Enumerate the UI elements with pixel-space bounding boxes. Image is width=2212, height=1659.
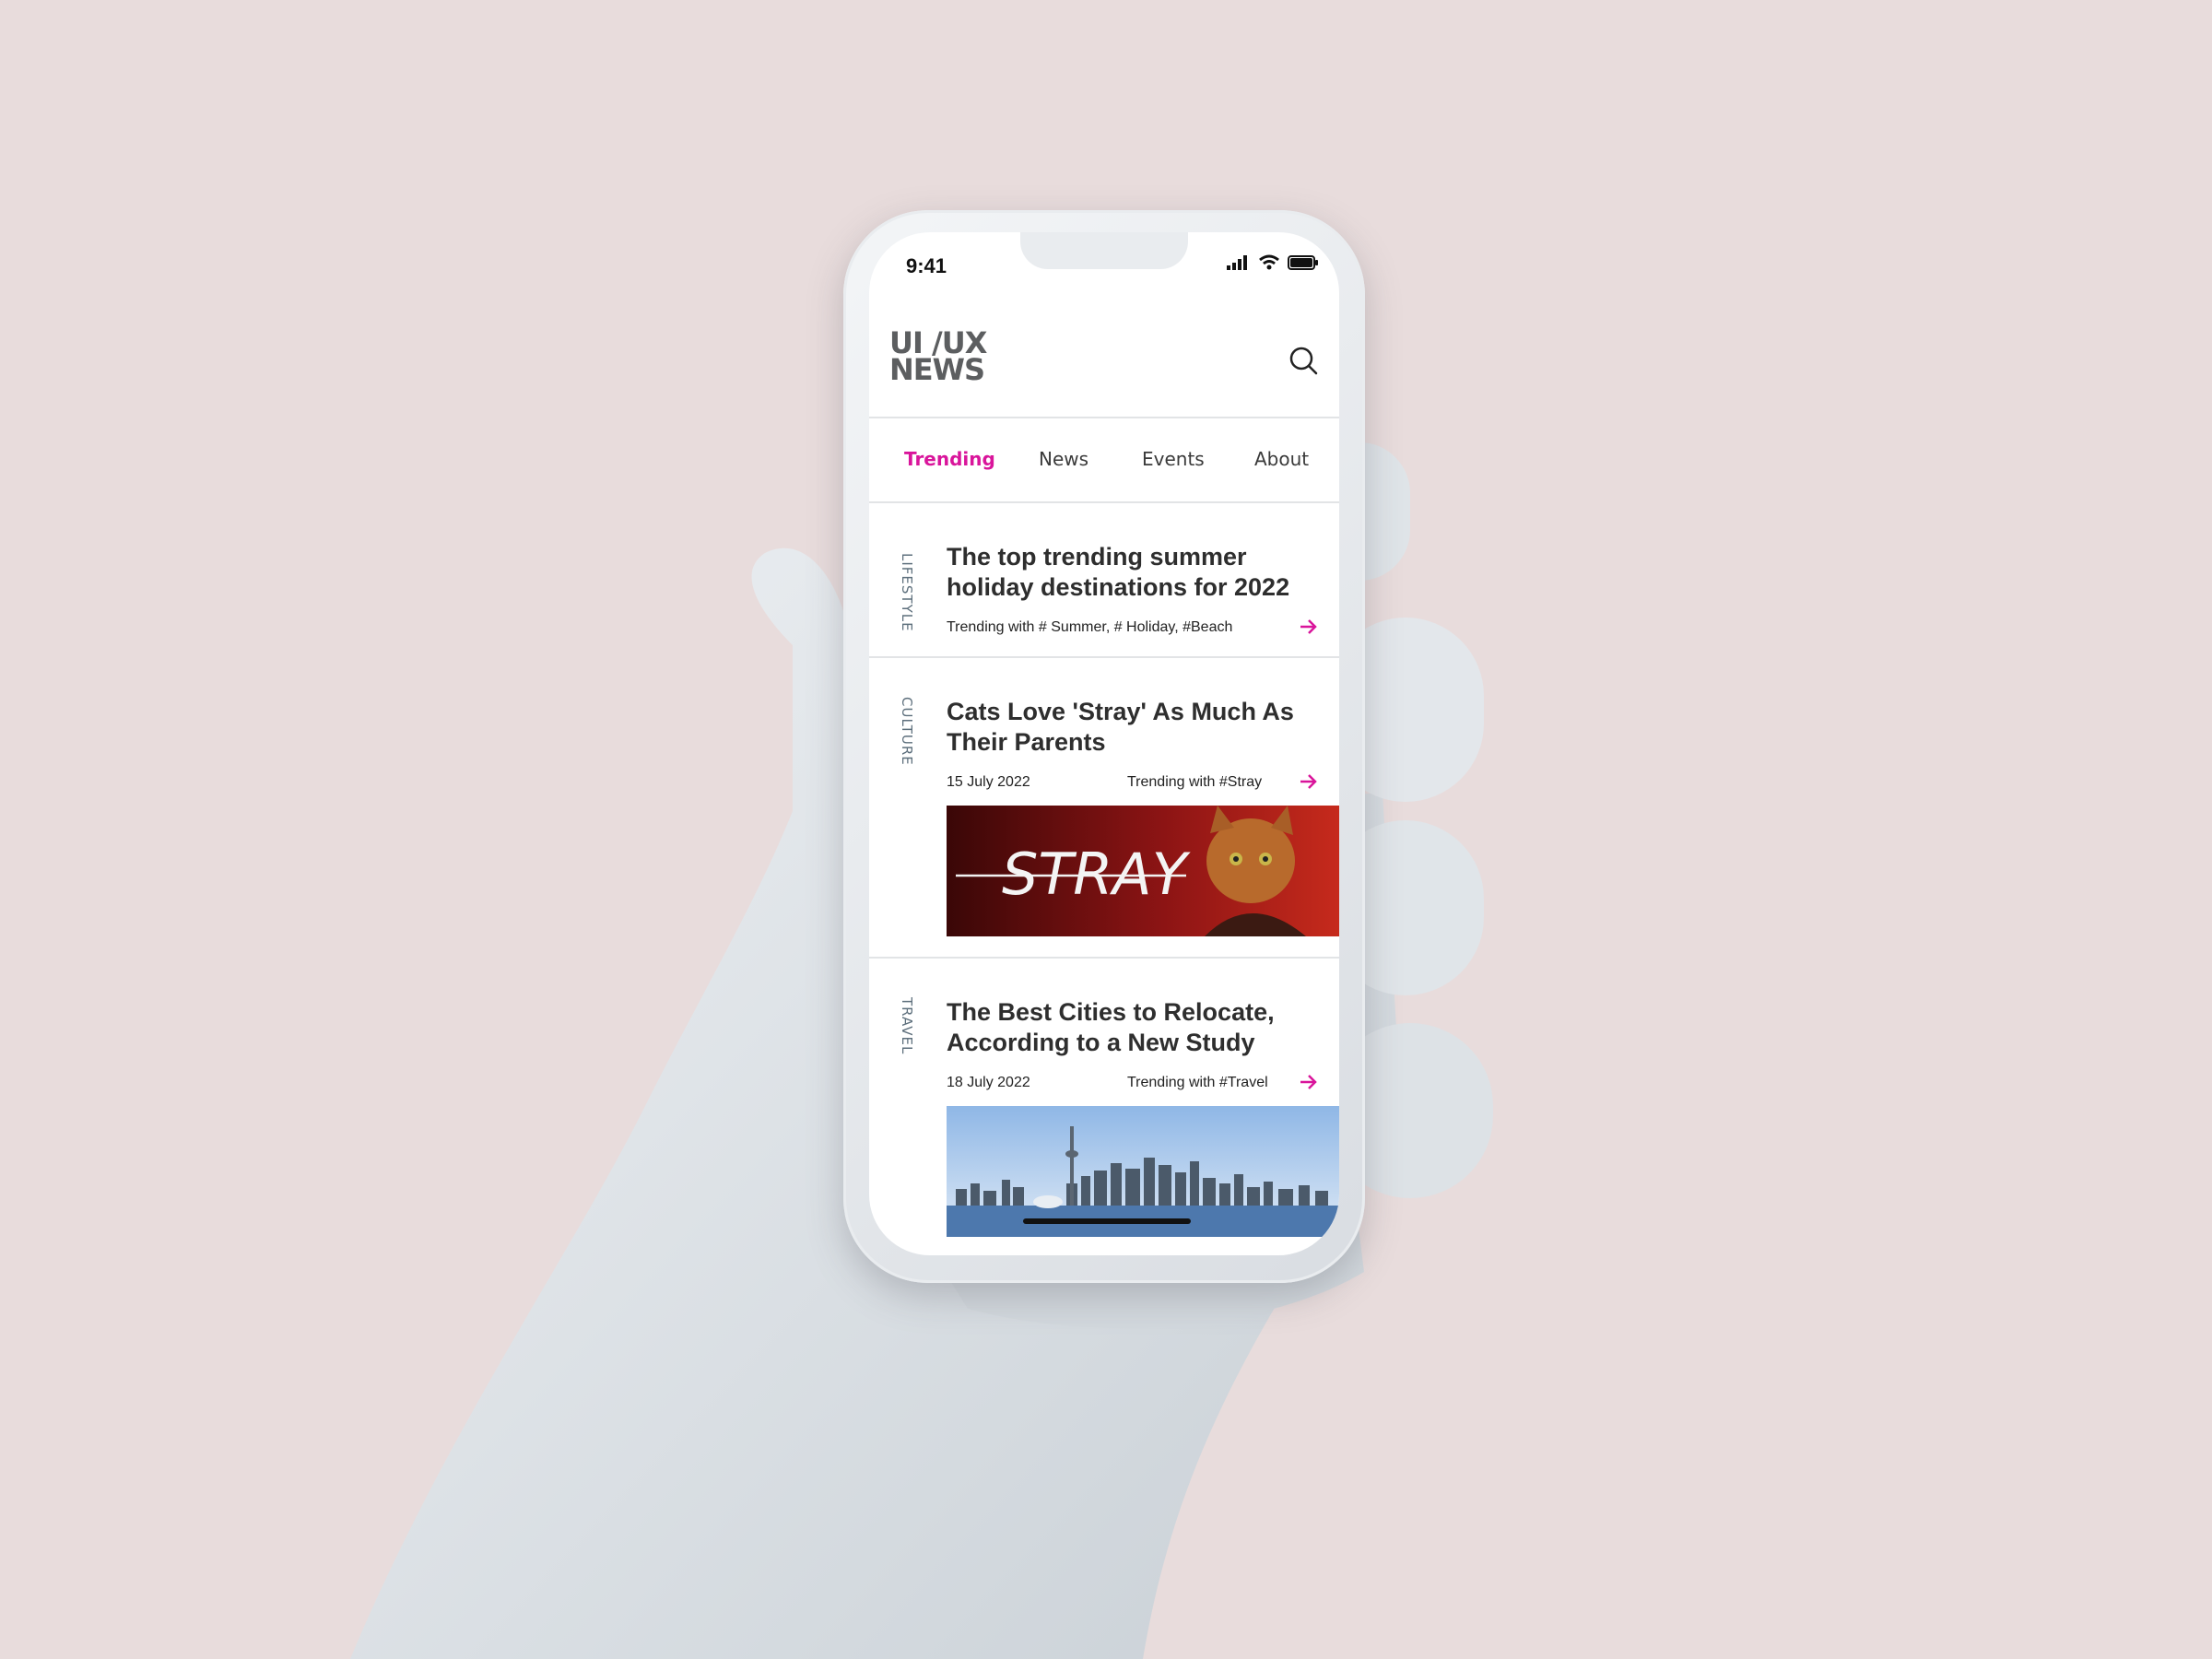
app-header: UI /UX NEWS [869,297,1339,418]
search-icon[interactable] [1288,345,1319,376]
arrow-right-icon[interactable] [1299,772,1319,791]
status-icons [1227,254,1319,271]
article-title[interactable]: The top trending summer holiday destinat… [947,542,1297,603]
arrow-right-icon[interactable] [1299,1073,1319,1091]
phone-screen: 9:41 UI /UX NEWS Trending News Events Ab… [869,232,1339,1255]
tab-news[interactable]: News [1039,448,1088,470]
article-trending-tags: Trending with #Travel [1127,1075,1268,1090]
stray-logo-text: STRAY [1002,841,1191,908]
nav-tabs: Trending News Events About [869,417,1339,503]
tab-trending[interactable]: Trending [904,448,995,470]
article-title[interactable]: Cats Love 'Stray' As Much As Their Paren… [947,697,1297,758]
article-trending-tags: Trending with #Stray [1127,774,1263,790]
logo-line2: NEWS [889,352,985,387]
article-category: CULTURE [899,697,915,766]
article-category: TRAVEL [899,997,915,1055]
article-image-city-skyline[interactable] [947,1106,1339,1237]
article-date: 15 July 2022 [947,774,1030,790]
notch [1020,232,1188,269]
article-card-travel[interactable]: TRAVEL The Best Cities to Relocate, Acco… [869,959,1339,1255]
status-time: 9:41 [906,254,947,277]
tab-about[interactable]: About [1254,448,1309,470]
article-title[interactable]: The Best Cities to Relocate, According t… [947,997,1297,1058]
home-indicator[interactable] [1023,1218,1191,1224]
article-card-lifestyle[interactable]: LIFESTYLE The top trending summer holida… [869,503,1339,658]
article-date: 18 July 2022 [947,1075,1030,1090]
article-category: LIFESTYLE [899,553,915,632]
article-trending-tags: Trending with # Summer, # Holiday, #Beac… [947,619,1233,635]
logo[interactable]: UI /UX NEWS [889,328,987,387]
battery-icon [1288,255,1318,270]
article-image-stray[interactable]: STRAY [947,806,1339,936]
signal-icon [1227,255,1247,270]
wifi-icon [1259,254,1279,270]
article-card-culture[interactable]: CULTURE Cats Love 'Stray' As Much As The… [869,658,1339,959]
city-skyline-image [947,1106,1339,1237]
phone-frame: 9:41 UI /UX NEWS Trending News Events Ab… [843,210,1365,1283]
stray-cat-image: STRAY [947,806,1339,936]
tab-events[interactable]: Events [1142,448,1205,470]
mockup-scene: 9:41 UI /UX NEWS Trending News Events Ab… [0,0,2212,1659]
arrow-right-icon[interactable] [1299,618,1319,636]
